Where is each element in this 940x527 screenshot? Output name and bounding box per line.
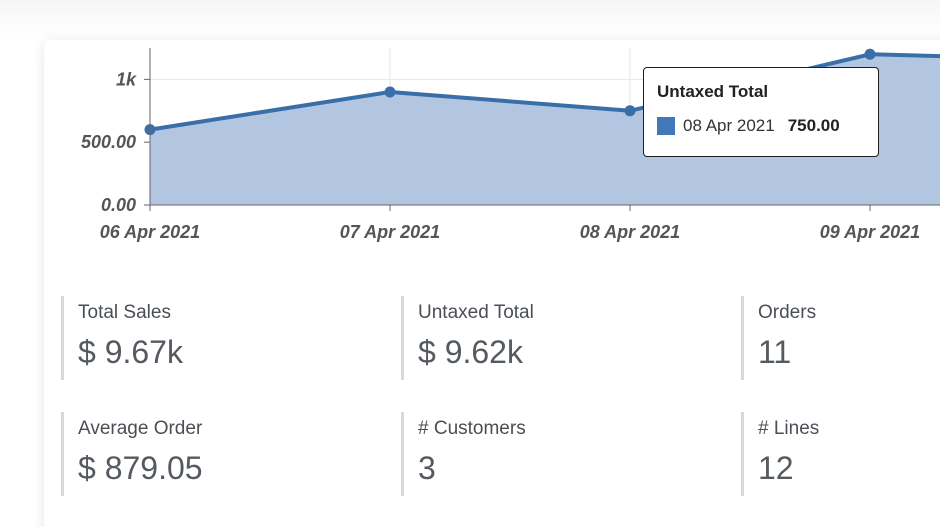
kpi-total-sales[interactable]: Total Sales $ 9.67k (61, 296, 183, 380)
y-tick-label: 500.00 (81, 132, 136, 152)
sales-chart: 0.00 500.00 1k 06 Apr 2021 07 Apr 2021 08 Apr… (44, 40, 940, 260)
y-tick-label: 0.00 (101, 195, 136, 215)
kpi-lines[interactable]: # Lines 12 (741, 412, 819, 496)
dashboard-card: 0.00 500.00 1k 06 Apr 2021 07 Apr 2021 08 Apr… (44, 40, 940, 527)
page: 0.00 500.00 1k 06 Apr 2021 07 Apr 2021 08 Apr… (0, 0, 940, 527)
kpi-label: Average Order (78, 418, 203, 439)
kpi-value: 11 (758, 334, 792, 370)
kpi-value: 12 (758, 450, 794, 486)
x-tick-label: 09 Apr 2021 (820, 222, 920, 242)
kpi-value: $ 879.05 (78, 450, 203, 486)
tooltip-title: Untaxed Total (657, 82, 769, 101)
kpi-value: $ 9.62k (418, 334, 523, 370)
data-point (384, 86, 396, 98)
tooltip-value: 750.00 (787, 116, 840, 135)
kpi-label: Total Sales (78, 302, 171, 323)
kpi-value: 3 (418, 450, 436, 486)
tooltip-date: 08 Apr 2021 (683, 116, 775, 135)
kpi-label: Untaxed Total (418, 302, 534, 323)
data-point (864, 48, 876, 60)
data-point (624, 105, 636, 117)
kpi-label: # Customers (418, 418, 526, 439)
y-tick-label: 1k (116, 69, 137, 89)
kpi-label: # Lines (758, 418, 820, 439)
x-tick-label: 08 Apr 2021 (580, 222, 680, 242)
x-tick-label: 06 Apr 2021 (100, 222, 200, 242)
kpi-untaxed-total[interactable]: Untaxed Total $ 9.62k (401, 296, 534, 380)
chart-tooltip: Untaxed Total 08 Apr 2021 750.00 (643, 67, 879, 157)
kpi-label: Orders (758, 302, 817, 323)
series-color-swatch (657, 117, 675, 135)
kpi-average-order[interactable]: Average Order $ 879.05 (61, 412, 203, 496)
tooltip-row: 08 Apr 2021 750.00 (657, 116, 865, 136)
kpi-value: $ 9.67k (78, 334, 183, 370)
x-tick-label: 07 Apr 2021 (340, 222, 440, 242)
kpi-orders[interactable]: Orders 11 (741, 296, 816, 380)
kpi-customers[interactable]: # Customers 3 (401, 412, 526, 496)
